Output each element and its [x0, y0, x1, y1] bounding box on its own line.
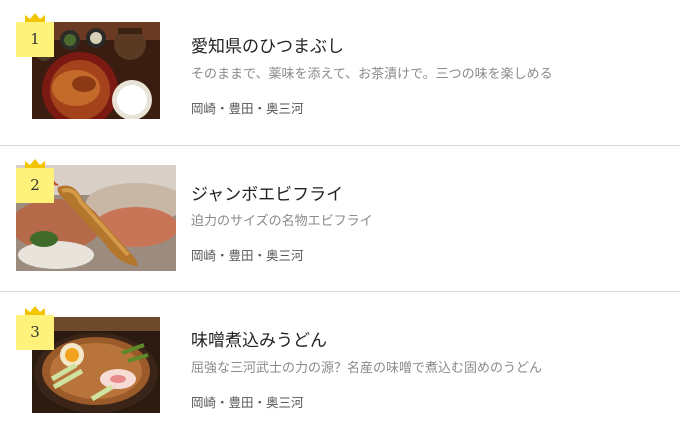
rank-number: 3 — [16, 315, 54, 350]
item-description: そのままで、薬味を添えて、お茶漬けで。三つの味を楽しめる — [191, 67, 553, 82]
item-area: 岡崎・豊田・奥三河 — [191, 101, 304, 116]
ranking-item-3[interactable]: 3 味噌煮込みうどん 屈強な三河武士の力の源？名産の味噌で煮込む固めのうどん 岡… — [0, 292, 680, 438]
ranking-list: 1 愛知県のひつまぶし そのままで、薬味を添えて、お茶漬けで。三つの味を楽しめる… — [0, 0, 680, 432]
rank-number: 2 — [16, 168, 54, 203]
rank-badge: 3 — [16, 306, 54, 350]
rank-badge: 1 — [16, 13, 54, 57]
item-description: 迫力のサイズの名物エビフライ — [191, 214, 373, 229]
ranking-item-1[interactable]: 1 愛知県のひつまぶし そのままで、薬味を添えて、お茶漬けで。三つの味を楽しめる… — [0, 0, 680, 146]
item-area: 岡崎・豊田・奥三河 — [191, 395, 304, 410]
ranking-item-2[interactable]: 2 ジャンボエビフライ 迫力のサイズの名物エビフライ 岡崎・豊田・奥三河 — [0, 146, 680, 292]
item-title[interactable]: 味噌煮込みうどん — [191, 326, 327, 351]
item-description: 屈強な三河武士の力の源？名産の味噌で煮込む固めのうどん — [191, 361, 543, 376]
rank-badge: 2 — [16, 159, 54, 203]
item-area: 岡崎・豊田・奥三河 — [191, 248, 304, 263]
item-title[interactable]: ジャンボエビフライ — [191, 180, 343, 205]
rank-number: 1 — [16, 22, 54, 57]
item-title[interactable]: 愛知県のひつまぶし — [191, 32, 344, 57]
